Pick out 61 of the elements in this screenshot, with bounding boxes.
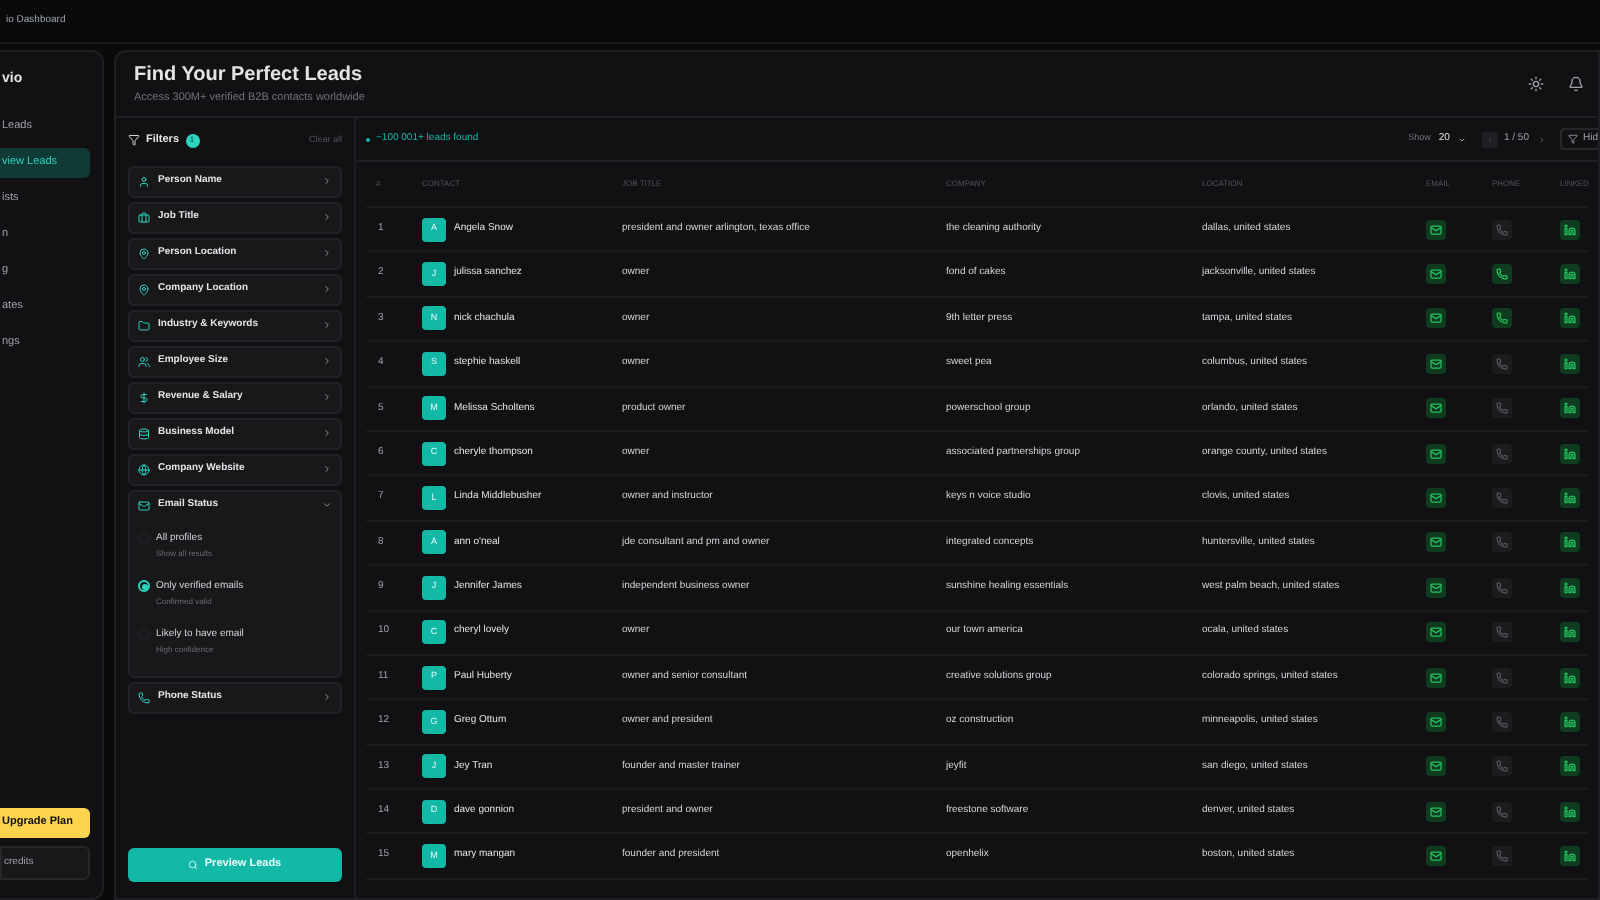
chevron-icon bbox=[322, 356, 332, 367]
email-icon[interactable] bbox=[1426, 846, 1446, 867]
map-pin-icon bbox=[138, 247, 150, 260]
linkedin-icon[interactable] bbox=[1560, 219, 1580, 240]
email-icon[interactable] bbox=[1426, 353, 1446, 374]
email-icon[interactable] bbox=[1426, 532, 1446, 553]
phone-icon[interactable] bbox=[1492, 264, 1512, 285]
email-icon[interactable] bbox=[1426, 756, 1446, 777]
email-icon[interactable] bbox=[1426, 667, 1446, 688]
person-icon bbox=[138, 175, 150, 188]
phone-icon[interactable] bbox=[1492, 308, 1512, 329]
linkedin-icon[interactable] bbox=[1560, 308, 1580, 329]
chevron-icon bbox=[322, 692, 332, 703]
email-icon[interactable] bbox=[1426, 308, 1446, 329]
email-icon[interactable] bbox=[1426, 219, 1446, 240]
email-icon[interactable] bbox=[1426, 264, 1446, 285]
chevron-icon bbox=[322, 428, 332, 439]
email-icon[interactable] bbox=[1426, 443, 1446, 464]
chevron-icon bbox=[322, 248, 332, 259]
linkedin-icon[interactable] bbox=[1560, 532, 1580, 553]
chevron-icon bbox=[322, 284, 332, 295]
radio-button[interactable] bbox=[138, 580, 150, 592]
linkedin-icon[interactable] bbox=[1560, 756, 1580, 777]
linkedin-icon[interactable] bbox=[1560, 846, 1580, 867]
briefcase-icon bbox=[138, 211, 150, 224]
linkedin-icon[interactable] bbox=[1560, 398, 1580, 419]
email-icon[interactable] bbox=[1426, 622, 1446, 643]
database-icon bbox=[138, 427, 150, 440]
chevron-icon bbox=[322, 320, 332, 331]
filter-icon bbox=[128, 134, 140, 146]
map-pin-icon bbox=[138, 283, 150, 296]
linkedin-icon[interactable] bbox=[1560, 577, 1580, 598]
chevron-icon bbox=[322, 176, 332, 187]
chevron-icon bbox=[322, 500, 332, 511]
linkedin-icon[interactable] bbox=[1560, 711, 1580, 732]
email-icon[interactable] bbox=[1426, 711, 1446, 732]
notification-icon[interactable] bbox=[1568, 76, 1584, 92]
linkedin-icon[interactable] bbox=[1560, 667, 1580, 688]
linkedin-icon[interactable] bbox=[1560, 264, 1580, 285]
email-icon[interactable] bbox=[1426, 488, 1446, 509]
chevron-icon bbox=[322, 464, 332, 475]
page-title: Find Your Perfect Leads bbox=[134, 62, 365, 91]
linkedin-icon[interactable] bbox=[1560, 622, 1580, 643]
chevron-icon bbox=[322, 212, 332, 223]
linkedin-icon[interactable] bbox=[1560, 488, 1580, 509]
linkedin-icon[interactable] bbox=[1560, 443, 1580, 464]
search-icon bbox=[188, 860, 199, 870]
people-icon bbox=[138, 355, 150, 368]
chevron-icon bbox=[322, 392, 332, 403]
email-icon[interactable] bbox=[1426, 577, 1446, 598]
email-icon[interactable] bbox=[1426, 801, 1446, 822]
linkedin-icon[interactable] bbox=[1560, 353, 1580, 374]
mail-icon bbox=[138, 499, 150, 512]
folder-icon bbox=[138, 319, 150, 332]
email-icon[interactable] bbox=[1426, 398, 1446, 419]
filter-icon bbox=[1568, 134, 1579, 144]
globe-icon bbox=[138, 463, 150, 476]
theme-icon[interactable] bbox=[1528, 76, 1544, 92]
linkedin-icon[interactable] bbox=[1560, 801, 1580, 822]
phone-icon bbox=[138, 691, 150, 704]
dollar-icon bbox=[138, 391, 150, 404]
